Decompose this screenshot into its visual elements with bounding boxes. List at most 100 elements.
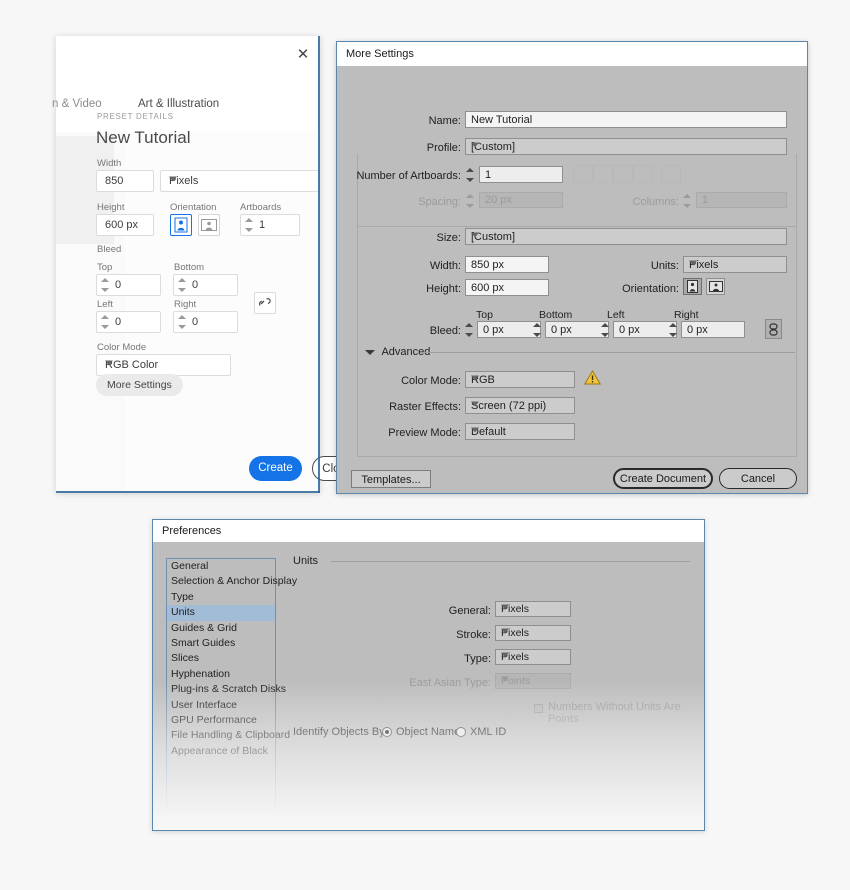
chevron-down-icon (105, 361, 113, 366)
create-button[interactable]: Create (249, 456, 302, 481)
radio-object-name[interactable] (382, 727, 392, 737)
pref-item-file-handling-clipboard[interactable]: File Handling & Clipboard (167, 728, 275, 743)
advanced-section-header[interactable]: Advanced (365, 346, 430, 358)
templates-button[interactable]: Templates... (351, 470, 431, 488)
new-document-dialog: ✕ n & Video Art & Illustration PRESET DE… (56, 36, 320, 493)
raster-effects-select[interactable]: Screen (72 ppi) (465, 397, 575, 414)
pref-item-hyphenation[interactable]: Hyphenation (167, 667, 275, 682)
profile-select[interactable]: [Custom] (465, 138, 787, 155)
bleed-top-stepper[interactable]: 0 (96, 274, 161, 296)
spacing-spinner (466, 192, 476, 210)
link-chain-icon[interactable] (254, 292, 276, 314)
spacing-label: Spacing: (373, 196, 461, 208)
artboards-stepper[interactable]: 1 (240, 214, 300, 236)
pref-item-selection-anchor-display[interactable]: Selection & Anchor Display (167, 574, 275, 589)
pref-item-slices[interactable]: Slices (167, 651, 275, 666)
bleed-right-value: 0 (192, 316, 198, 328)
bleed-right-value: 0 px (687, 324, 708, 336)
preferences-category-list[interactable]: General Selection & Anchor Display Type … (166, 558, 276, 810)
bleed-bottom-stepper[interactable]: 0 (173, 274, 238, 296)
ms-units-label: Units: (609, 260, 679, 272)
portrait-orientation-icon[interactable] (683, 278, 702, 295)
more-settings-button[interactable]: More Settings (96, 374, 183, 396)
ms-width-input[interactable]: 850 px (465, 256, 549, 273)
color-mode-select[interactable]: RGB Color (96, 354, 231, 376)
chevron-down-icon (471, 427, 479, 432)
stepper-arrows-icon[interactable] (101, 277, 110, 293)
cancel-button[interactable]: Cancel (719, 468, 797, 489)
artboards-spinner[interactable] (466, 166, 476, 184)
bleed-left-stepper[interactable]: 0 (96, 311, 161, 333)
bleed-top-spinner[interactable] (465, 321, 475, 339)
close-icon[interactable]: ✕ (294, 46, 312, 64)
units-select[interactable]: Pixels (160, 170, 320, 192)
change-to-right-to-left-layout-icon[interactable] (661, 165, 681, 183)
portrait-orientation-icon[interactable] (170, 214, 192, 236)
orientation-label: Orientation (170, 202, 216, 213)
pref-item-general[interactable]: General (167, 559, 275, 574)
stepper-arrows-icon[interactable] (178, 314, 187, 330)
ms-width-value: 850 px (471, 259, 504, 271)
grid-by-row-icon[interactable] (573, 165, 593, 183)
create-document-button[interactable]: Create Document (613, 468, 713, 489)
chevron-down-icon (471, 375, 479, 380)
artboards-value: 1 (485, 169, 491, 181)
bleed-left-input[interactable]: 0 px (613, 321, 677, 338)
color-mode-select[interactable]: RGB (465, 371, 575, 388)
radio-xml-id[interactable] (456, 727, 466, 737)
preview-mode-select[interactable]: Default (465, 423, 575, 440)
stepper-arrows-icon[interactable] (245, 217, 254, 233)
ms-height-input[interactable]: 600 px (465, 279, 549, 296)
ms-units-select[interactable]: Pixels (683, 256, 787, 273)
bleed-top-value: 0 px (483, 324, 504, 336)
landscape-orientation-icon[interactable] (198, 214, 220, 236)
tab-film-and-video[interactable]: n & Video (52, 98, 102, 110)
name-input[interactable]: New Tutorial (465, 111, 787, 128)
units-section-divider (331, 561, 690, 562)
bleed-top-input[interactable]: 0 px (477, 321, 541, 338)
artboards-input[interactable]: 1 (479, 166, 563, 183)
arrange-by-column-icon[interactable] (633, 165, 653, 183)
color-mode-label: Color Mode (97, 342, 146, 353)
size-select[interactable]: [Custom] (465, 228, 787, 245)
pref-item-guides-grid[interactable]: Guides & Grid (167, 621, 275, 636)
chevron-down-icon (471, 142, 479, 147)
bleed-right-stepper[interactable]: 0 (173, 311, 238, 333)
radio-xml-id-label: XML ID (470, 726, 506, 738)
profile-label: Profile: (357, 142, 461, 154)
pref-item-appearance-of-black[interactable]: Appearance of Black (167, 744, 275, 759)
height-input[interactable]: 600 px (96, 214, 154, 236)
pref-item-smart-guides[interactable]: Smart Guides (167, 636, 275, 651)
link-bleed-icon[interactable] (765, 319, 782, 339)
bleed-right-input[interactable]: 0 px (681, 321, 745, 338)
stepper-arrows-icon[interactable] (101, 314, 110, 330)
identify-objects-by-label: Identify Objects By: (293, 726, 388, 738)
ms-orientation-label: Orientation: (587, 283, 679, 295)
pref-item-plugins-scratch-disks[interactable]: Plug-ins & Scratch Disks (167, 682, 275, 697)
bleed-left-label: Left (97, 299, 113, 310)
portrait-glyph (175, 218, 188, 233)
bleed-left-spinner[interactable] (601, 321, 611, 339)
width-label: Width (97, 158, 121, 169)
width-input[interactable]: 850 (96, 170, 154, 192)
chevron-down-icon (501, 653, 509, 658)
bleed-bottom-input[interactable]: 0 px (545, 321, 609, 338)
arrange-by-row-icon[interactable] (613, 165, 633, 183)
pref-item-user-interface[interactable]: User Interface (167, 698, 275, 713)
units-section-title: Units (293, 555, 318, 567)
columns-spinner (683, 192, 693, 210)
bleed-label: Bleed (97, 244, 121, 255)
pref-general-select[interactable]: Pixels (495, 601, 571, 617)
preset-details-heading: PRESET DETAILS (97, 112, 174, 121)
grid-by-column-icon[interactable] (593, 165, 613, 183)
stepper-arrows-icon[interactable] (178, 277, 187, 293)
pref-stroke-select[interactable]: Pixels (495, 625, 571, 641)
pref-item-units[interactable]: Units (167, 605, 275, 620)
landscape-orientation-icon[interactable] (706, 278, 725, 295)
bleed-bottom-spinner[interactable] (533, 321, 543, 339)
pref-item-type[interactable]: Type (167, 590, 275, 605)
pref-item-gpu-performance[interactable]: GPU Performance (167, 713, 275, 728)
pref-type-select[interactable]: Pixels (495, 649, 571, 665)
tab-art-and-illustration[interactable]: Art & Illustration (138, 98, 219, 110)
bleed-right-spinner[interactable] (669, 321, 679, 339)
